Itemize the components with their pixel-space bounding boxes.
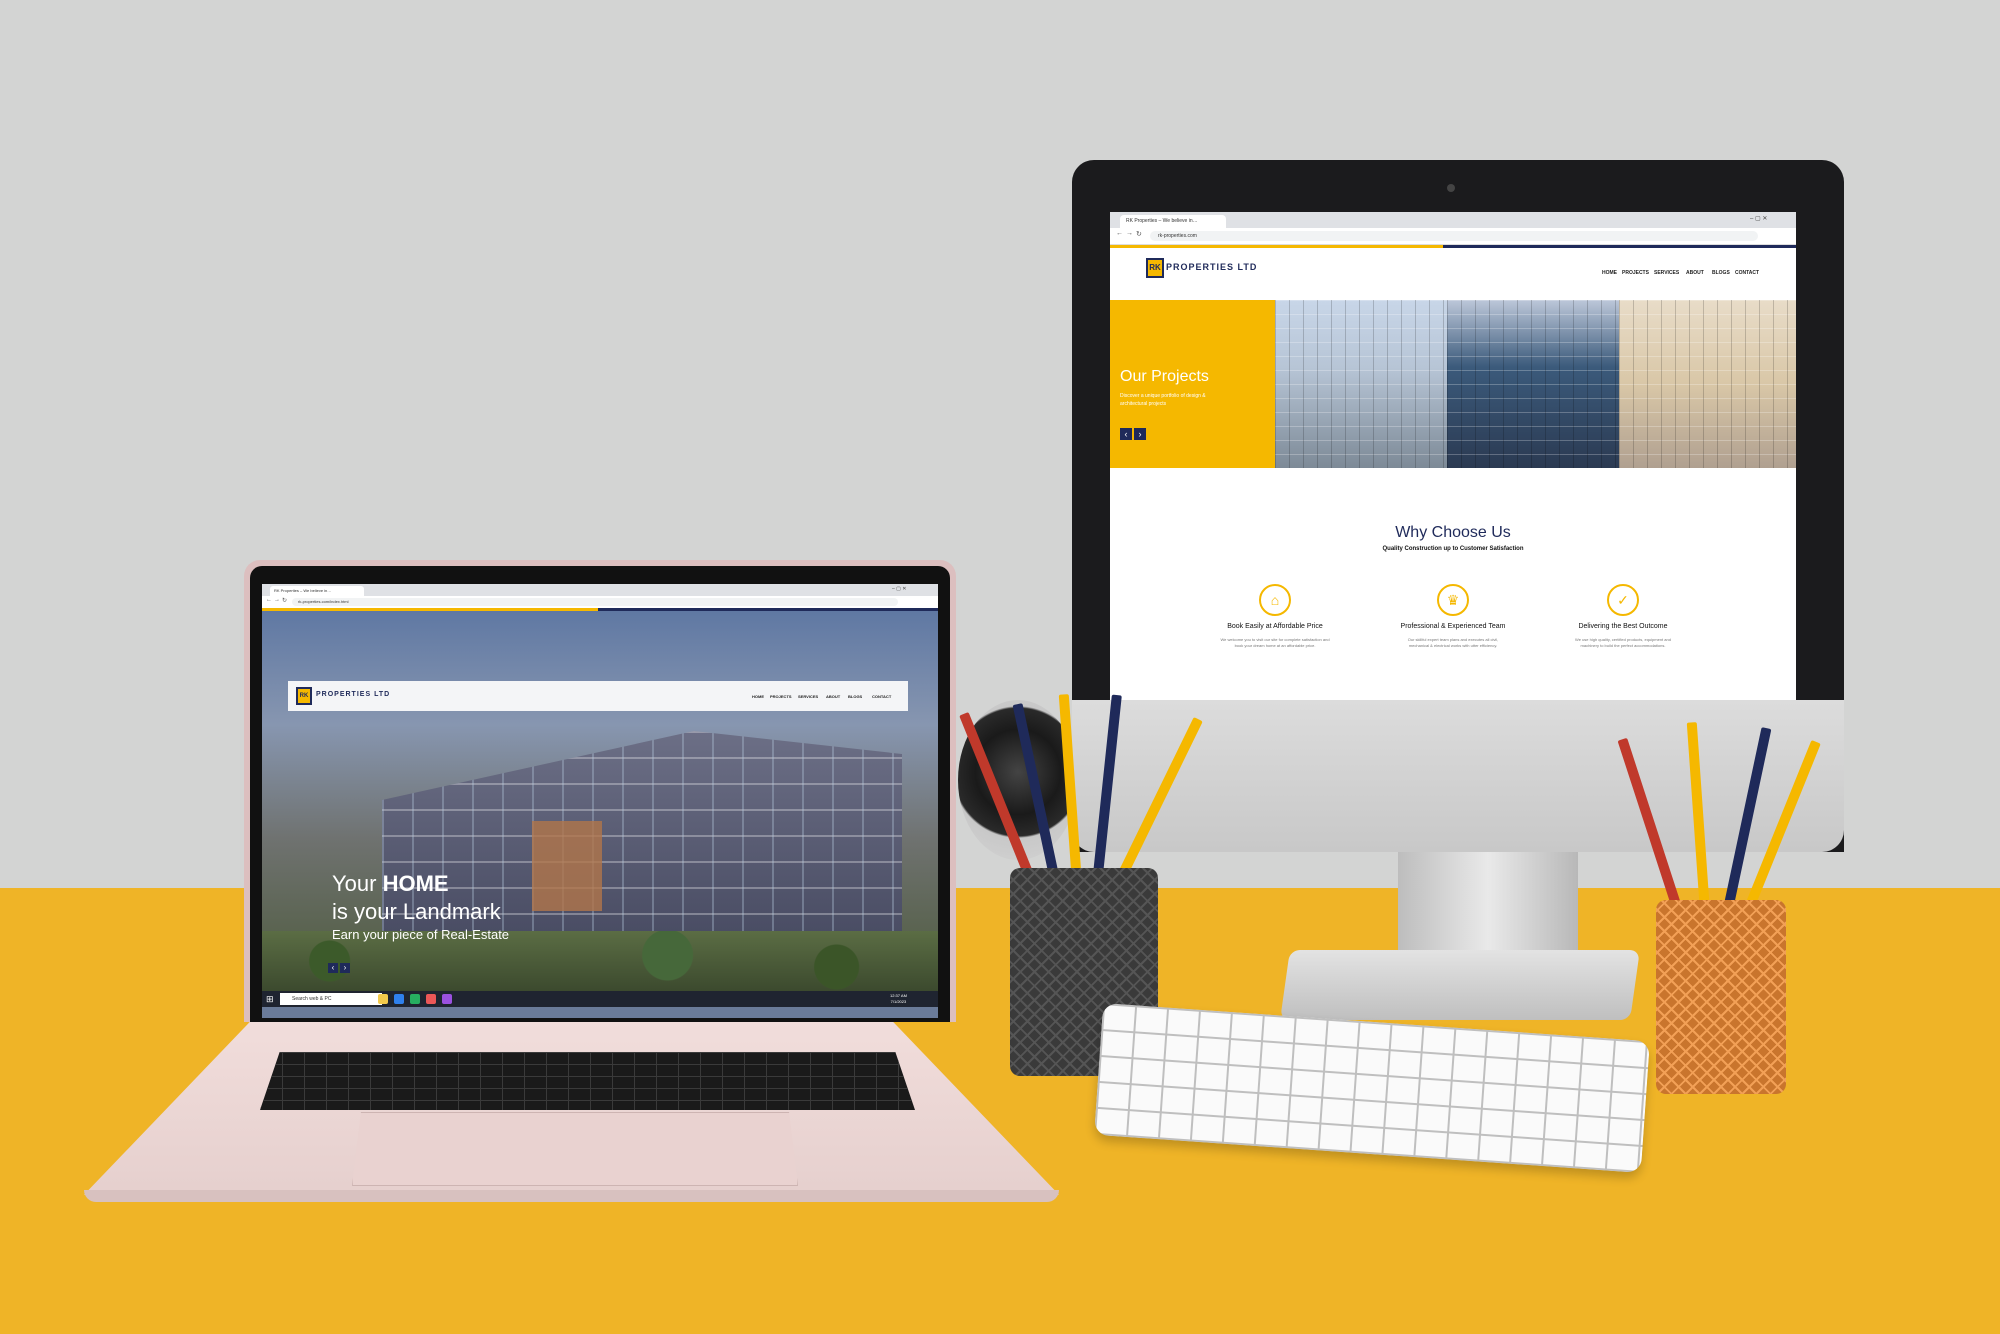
check-badge-icon: ✓ xyxy=(1607,584,1639,616)
nav-back-icon[interactable]: ← xyxy=(1116,230,1123,237)
nav-projects[interactable]: PROJECTS xyxy=(1622,270,1649,276)
windows-start-icon[interactable]: ⊞ xyxy=(266,994,276,1004)
carousel-next-button[interactable]: › xyxy=(1134,428,1146,440)
clock-date: 7/1/2023 xyxy=(890,999,907,1004)
hero-headline-2: is your Landmark xyxy=(332,899,501,924)
nav-back-icon[interactable]: ← xyxy=(266,597,272,603)
feature-desc: We welcome you to visit our site for com… xyxy=(1220,637,1330,648)
trophy-icon: ♛ xyxy=(1437,584,1469,616)
our-projects-subtitle: Discover a unique portfolio of design & … xyxy=(1120,393,1206,407)
site-header: RK PROPERTIES LTD HOME PROJECTS SERVICES… xyxy=(288,681,908,711)
nav-projects[interactable]: PROJECTS xyxy=(770,694,792,699)
reload-icon[interactable]: ↻ xyxy=(282,597,287,604)
page-load-bar-yellow xyxy=(1110,245,1443,248)
nav-home[interactable]: HOME xyxy=(752,694,764,699)
hero-tagline: Earn your piece of Real-Estate xyxy=(332,927,510,942)
nav-forward-icon[interactable]: → xyxy=(1126,230,1133,237)
browser-tab-strip: RK Properties – We believe in… – ▢ ✕ xyxy=(1110,212,1796,228)
site-logo-text[interactable]: PROPERTIES LTD xyxy=(316,691,390,698)
taskbar-search[interactable]: Search web & PC xyxy=(280,993,382,1005)
laptop-screen: RK Properties – We believe in… – ▢ ✕ ← →… xyxy=(262,584,938,1018)
taskbar-clock[interactable]: 12:37 AM 7/1/2023 xyxy=(890,993,907,1005)
feature-desc: Our skillful expert team plans and execu… xyxy=(1407,637,1499,648)
project-image-1[interactable] xyxy=(1275,300,1447,468)
browser-toolbar: ← → ↻ rk-properties.com xyxy=(1110,228,1796,245)
nav-services[interactable]: SERVICES xyxy=(798,694,818,699)
windows-taskbar: ⊞ Search web & PC 12:37 AM 7/1/2023 xyxy=(262,991,938,1007)
our-projects-panel: Our Projects Discover a unique portfolio… xyxy=(1110,300,1275,468)
project-image-3[interactable] xyxy=(1619,300,1796,468)
site-logo-mark[interactable]: RK xyxy=(296,687,312,705)
address-bar[interactable]: rk-properties.com xyxy=(1150,231,1758,241)
window-controls[interactable]: – ▢ ✕ xyxy=(1750,215,1767,222)
store-icon[interactable] xyxy=(410,994,420,1004)
page-load-bar-navy xyxy=(1443,245,1796,248)
hand-house-icon: ⌂ xyxy=(1259,584,1291,616)
imac-screen: RK Properties – We believe in… – ▢ ✕ ← →… xyxy=(1110,212,1796,700)
imac-stand-foot xyxy=(1280,950,1640,1020)
laptop-keyboard xyxy=(260,1052,915,1110)
address-bar[interactable]: rk-properties.com/index.html xyxy=(292,598,898,606)
feature-title: Delivering the Best Outcome xyxy=(1578,623,1668,630)
nav-contact[interactable]: CONTACT xyxy=(872,694,891,699)
app-icon[interactable] xyxy=(442,994,452,1004)
nav-blogs[interactable]: BLOGS xyxy=(848,694,862,699)
feature-card: ⌂ Book Easily at Affordable Price We wel… xyxy=(1220,584,1330,649)
browser-toolbar: ← → ↻ rk-properties.com/index.html xyxy=(262,596,938,608)
why-choose-us-title: Why Choose Us xyxy=(1395,524,1511,541)
reload-icon[interactable]: ↻ xyxy=(1136,230,1142,238)
hero-headline-prefix: Your xyxy=(332,871,383,896)
nav-home[interactable]: HOME xyxy=(1602,270,1617,276)
site-logo-mark[interactable]: RK xyxy=(1146,258,1164,278)
nav-about[interactable]: ABOUT xyxy=(1686,270,1704,276)
file-explorer-icon[interactable] xyxy=(378,994,388,1004)
feature-title: Professional & Experienced Team xyxy=(1400,623,1506,630)
apple-logo-icon xyxy=(1430,752,1476,808)
hero-next-button[interactable]: › xyxy=(340,963,350,973)
browser-tab-strip: RK Properties – We believe in… – ▢ ✕ xyxy=(262,584,938,596)
browser-tab[interactable]: RK Properties – We believe in… xyxy=(1120,215,1226,228)
window-controls[interactable]: – ▢ ✕ xyxy=(892,586,906,592)
pencil-cup-right xyxy=(1656,900,1786,1094)
laptop-front-edge xyxy=(84,1190,1059,1202)
edge-icon[interactable] xyxy=(394,994,404,1004)
laptop-trackpad xyxy=(352,1112,798,1186)
hero-banner: RK PROPERTIES LTD HOME PROJECTS SERVICES… xyxy=(262,611,938,991)
feature-title: Book Easily at Affordable Price xyxy=(1227,623,1323,630)
site-logo-text[interactable]: PROPERTIES LTD xyxy=(1166,262,1257,272)
nav-blogs[interactable]: BLOGS xyxy=(1712,270,1730,276)
browser-tab[interactable]: RK Properties – We believe in… xyxy=(270,586,364,596)
hero-prev-button[interactable]: ‹ xyxy=(328,963,338,973)
our-projects-title: Our Projects xyxy=(1120,368,1209,385)
feature-card: ✓ Delivering the Best Outcome We use hig… xyxy=(1568,584,1678,649)
hero-headline: Your HOME xyxy=(332,871,449,897)
imac-camera xyxy=(1447,184,1455,192)
chrome-icon[interactable] xyxy=(426,994,436,1004)
hero-headline-strong: HOME xyxy=(382,871,449,896)
imac-stand-neck xyxy=(1398,852,1578,962)
feature-desc: We use high quality, certified products,… xyxy=(1575,637,1671,648)
nav-forward-icon[interactable]: → xyxy=(274,597,280,603)
nav-services[interactable]: SERVICES xyxy=(1654,270,1679,276)
project-image-2[interactable] xyxy=(1447,300,1619,468)
nav-contact[interactable]: CONTACT xyxy=(1735,270,1759,276)
nav-about[interactable]: ABOUT xyxy=(826,694,840,699)
why-choose-us-subtitle: Quality Construction up to Customer Sati… xyxy=(1382,546,1524,552)
feature-card: ♛ Professional & Experienced Team Our sk… xyxy=(1398,584,1508,649)
carousel-prev-button[interactable]: ‹ xyxy=(1120,428,1132,440)
